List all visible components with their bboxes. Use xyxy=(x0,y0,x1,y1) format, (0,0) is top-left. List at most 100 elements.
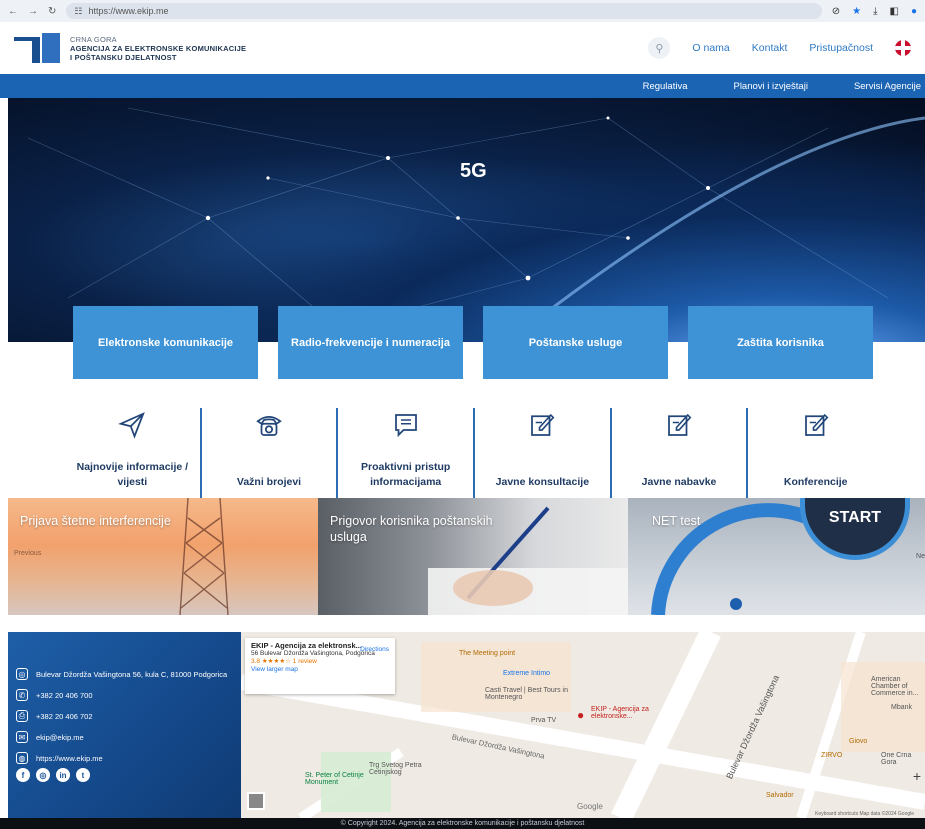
star-icon[interactable]: ★ xyxy=(852,6,861,17)
map-label: Extreme Intimo xyxy=(503,670,551,677)
contact-phone-2[interactable]: ⎙ +382 20 406 702 xyxy=(16,710,93,722)
map-label: Casti Travel | Best Tours in Montenegro xyxy=(485,687,568,701)
map-label: Salvador xyxy=(766,792,794,799)
address-bar[interactable]: ☷ https://www.ekip.me xyxy=(66,3,822,19)
instagram-icon[interactable]: ◎ xyxy=(36,768,50,782)
contact-address: ◎ Bulevar Džordža Vašingtona 56, kula C, … xyxy=(16,668,227,680)
quick-link-label: Javne nabavke xyxy=(641,476,717,488)
nav-servisi[interactable]: Servisi Agencije xyxy=(854,81,921,92)
tile-elektronske-komunikacije[interactable]: Elektronske komunikacije xyxy=(73,306,258,379)
quick-link-konferencije[interactable]: Konferencije xyxy=(748,408,883,498)
quick-link-vijesti[interactable]: Najnovije informacije / vijesti xyxy=(65,408,202,498)
copyright: © Copyright 2024. Agencija za elektronsk… xyxy=(0,818,925,829)
logo-line-3: I POŠTANSKU DJELATNOST xyxy=(70,52,177,62)
quick-link-javne-konsultacije[interactable]: Javne konsultacije xyxy=(475,408,612,498)
ekip-map-pin-label: EKIP - Agencija za elektronske... xyxy=(591,706,649,720)
carousel-next[interactable]: Ne xyxy=(916,553,925,560)
link-o-nama[interactable]: O nama xyxy=(692,42,729,54)
promo-title: Prigovor korisnika poštanskih usluga xyxy=(330,514,493,544)
eye-off-icon[interactable]: ⊘ xyxy=(832,6,840,17)
forward-icon[interactable]: → xyxy=(28,6,38,17)
location-icon: ◎ xyxy=(16,668,28,680)
site-header: CRNA GORA AGENCIJA ZA ELEKTRONSKE KOMUNI… xyxy=(0,22,925,74)
email-text: ekip@ekip.me xyxy=(36,732,84,742)
edit-icon xyxy=(531,413,555,436)
phone-text: +382 20 406 700 xyxy=(36,690,93,700)
quick-link-proaktivni[interactable]: Proaktivni pristup informacijama xyxy=(338,408,476,498)
map-pin-icon[interactable]: ● xyxy=(577,708,584,722)
sidebar-icon[interactable]: ◧ xyxy=(890,6,899,17)
map-label: Giovo xyxy=(849,738,868,745)
map-label: One Crna Gora xyxy=(881,752,912,766)
logo-line-2: AGENCIJA ZA ELEKTRONSKE KOMUNIKACIJE xyxy=(70,43,247,53)
edit-icon xyxy=(804,413,829,436)
site-info-icon[interactable]: ☷ xyxy=(74,6,82,17)
browser-tools: ⊘ ★ ⤓ ◧ ● xyxy=(832,6,917,17)
message-icon xyxy=(394,414,417,438)
google-logo: Google xyxy=(577,802,603,811)
tile-zastita-korisnika[interactable]: Zaštita korisnika xyxy=(688,306,873,379)
logo-line-1: CRNA GORA xyxy=(70,34,117,44)
quick-link-label: Proaktivni pristup informacijama xyxy=(361,461,451,488)
map-satellite-toggle[interactable] xyxy=(247,792,265,810)
reload-icon[interactable]: ↻ xyxy=(48,6,56,17)
map-label: St. Peter of Cetinje Monument xyxy=(305,772,364,786)
twitter-icon[interactable]: t xyxy=(76,768,90,782)
web-text: https://www.ekip.me xyxy=(36,753,103,763)
language-flag-icon[interactable] xyxy=(895,40,911,56)
logo-text: CRNA GORA AGENCIJA ZA ELEKTRONSKE KOMUNI… xyxy=(70,35,246,62)
download-icon[interactable]: ⤓ xyxy=(873,6,877,17)
view-larger-map-link[interactable]: View larger map xyxy=(251,666,298,673)
contact-web[interactable]: ◍ https://www.ekip.me xyxy=(16,752,103,764)
fax-icon: ⎙ xyxy=(16,710,28,722)
quick-link-vazni-brojevi[interactable]: Važni brojevi xyxy=(202,408,339,498)
site-logo[interactable]: CRNA GORA AGENCIJA ZA ELEKTRONSKE KOMUNI… xyxy=(14,33,246,63)
mail-icon: ✉ xyxy=(16,731,28,743)
map-attribution: Keyboard shortcuts Map data ©2024 Google xyxy=(815,811,915,817)
footer-contact: ◎ Bulevar Džordža Vašingtona 56, kula C, … xyxy=(8,632,241,818)
facebook-icon[interactable]: f xyxy=(16,768,30,782)
telephone-icon xyxy=(256,416,282,436)
link-kontakt[interactable]: Kontakt xyxy=(752,42,788,54)
main-nav: Regulativa Planovi i izvještaji Servisi … xyxy=(0,74,925,98)
promo-title: NET test xyxy=(652,514,701,528)
directions-link[interactable]: Directions xyxy=(360,646,389,654)
map-label: American Chamber of Commerce in... xyxy=(871,676,919,697)
nav-planovi[interactable]: Planovi i izvještaji xyxy=(733,81,807,92)
address-text: https://www.ekip.me xyxy=(88,6,169,16)
browser-nav: ← → ↻ xyxy=(8,6,56,17)
map-label: Prva TV xyxy=(531,717,557,724)
tile-postanske-usluge[interactable]: Poštanske usluge xyxy=(483,306,668,379)
paper-plane-icon xyxy=(118,412,146,439)
phone-icon: ✆ xyxy=(16,689,28,701)
promo-interferencija[interactable]: Prijava štetne interferencije Previous xyxy=(8,498,318,615)
profile-icon[interactable]: ● xyxy=(911,6,917,17)
promo-prigovor[interactable]: Prigovor korisnika poštanskih usluga xyxy=(318,498,628,615)
edit-icon xyxy=(668,413,692,436)
logo-mark-icon xyxy=(14,33,60,63)
contact-phone-1[interactable]: ✆ +382 20 406 700 xyxy=(16,689,93,701)
map-label: Trg Svetog Petra Cetinjskog xyxy=(369,762,422,776)
quick-link-label: Javne konsultacije xyxy=(495,476,590,488)
quick-link-label: Najnovije informacije / vijesti xyxy=(76,461,189,488)
quick-link-label: Konferencije xyxy=(783,476,848,488)
contact-email[interactable]: ✉ ekip@ekip.me xyxy=(16,731,84,743)
linkedin-icon[interactable]: in xyxy=(56,768,70,782)
zoom-in-icon[interactable]: + xyxy=(913,768,921,784)
promo-net-test[interactable]: NET test START Ne xyxy=(628,498,925,615)
hero-title: 5G xyxy=(460,160,487,182)
address-text: Bulevar Džordža Vašingtona 56, kula C, 8… xyxy=(36,669,228,679)
tile-radio-frekvencije[interactable]: Radio-frekvencije i numeracija xyxy=(278,306,463,379)
quick-link-javne-nabavke[interactable]: Javne nabavke xyxy=(612,408,749,498)
nav-regulativa[interactable]: Regulativa xyxy=(643,81,688,92)
link-pristupacnost[interactable]: Pristupačnost xyxy=(809,42,873,54)
embedded-map[interactable]: EKIP - Agencija za elektronsk... 56 Bule… xyxy=(241,632,925,818)
carousel-previous[interactable]: Previous xyxy=(14,550,41,557)
back-icon[interactable]: ← xyxy=(8,6,18,17)
search-icon[interactable]: ⚲ xyxy=(648,37,671,59)
header-links: ⚲ O nama Kontakt Pristupačnost xyxy=(648,37,911,59)
quick-link-label: Važni brojevi xyxy=(236,476,302,488)
quick-links: Najnovije informacije / vijesti Važni br… xyxy=(65,408,883,498)
map-label: Mbank xyxy=(891,704,913,711)
browser-toolbar: ← → ↻ ☷ https://www.ekip.me ⊘ ★ ⤓ ◧ ● xyxy=(0,0,925,22)
